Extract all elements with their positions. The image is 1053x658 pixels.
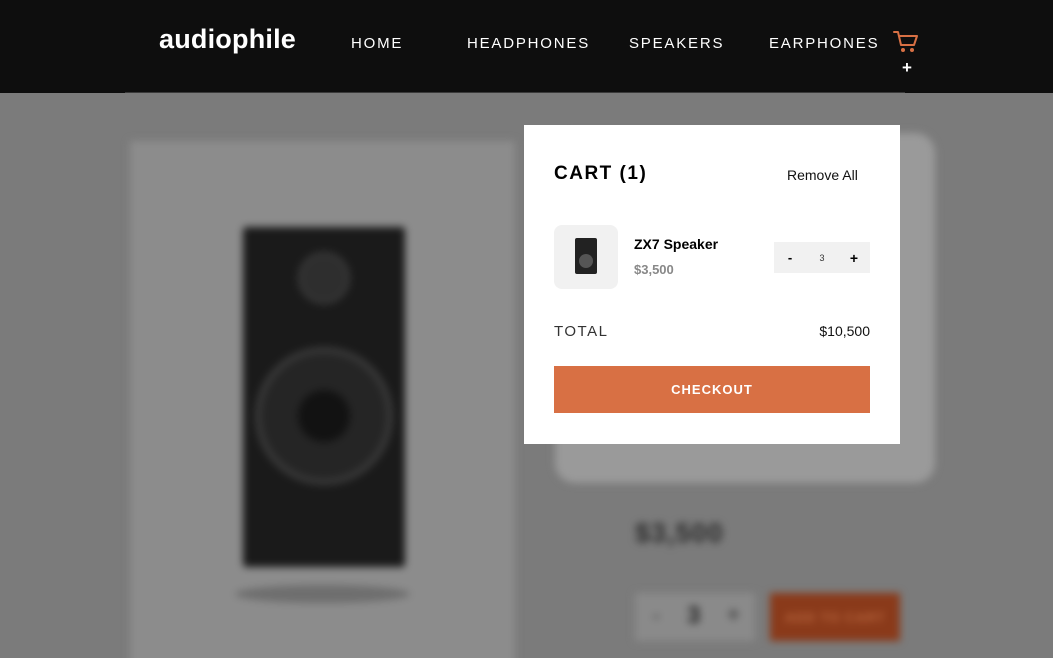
site-header: audiophile HOME HEADPHONES SPEAKERS EARP… (0, 0, 1053, 93)
nav-home[interactable]: HOME (351, 35, 403, 52)
quantity-minus-button[interactable]: - (653, 605, 660, 628)
cart-quantity-value: 3 (819, 252, 825, 263)
checkout-button[interactable]: CHECKOUT (554, 366, 870, 413)
nav-earphones[interactable]: EARPHONES (769, 35, 879, 52)
add-to-cart-button[interactable]: ADD TO CART (770, 593, 900, 641)
product-price: $3,500 (635, 518, 724, 548)
thumbnail-woofer (579, 254, 593, 268)
speaker-woofer-center (298, 390, 350, 442)
cart-item-price: $3,500 (634, 262, 674, 277)
cart-item-quantity-stepper[interactable]: - 3 + (774, 242, 870, 273)
total-label: TOTAL (554, 323, 609, 340)
speaker-thumbnail-icon (575, 238, 597, 274)
shopping-cart-icon[interactable] (893, 30, 919, 54)
nav-speakers[interactable]: SPEAKERS (629, 35, 724, 52)
remove-all-button[interactable]: Remove All (787, 167, 858, 183)
cart-item-thumbnail (554, 225, 618, 289)
cart-plus-indicator: + (902, 58, 912, 77)
cart-quantity-minus-button[interactable]: - (774, 242, 806, 273)
quantity-value: 3 (687, 602, 701, 629)
cart-item-name: ZX7 Speaker (634, 236, 719, 252)
speaker-shadow (235, 585, 410, 603)
logo[interactable]: audiophile (159, 24, 296, 55)
product-quantity-stepper[interactable]: - 3 + (635, 593, 755, 641)
nav-headphones[interactable]: HEADPHONES (467, 35, 590, 52)
cart-title: CART (1) (554, 163, 648, 184)
quantity-plus-button[interactable]: + (727, 602, 740, 628)
speaker-woofer (255, 347, 393, 485)
speaker-tweeter (298, 252, 350, 304)
product-image-card (130, 141, 515, 658)
speaker-image (243, 227, 405, 567)
cart-modal: CART (1) Remove All ZX7 Speaker $3,500 -… (524, 125, 900, 444)
total-value: $10,500 (819, 323, 870, 339)
cart-quantity-plus-button[interactable]: + (838, 242, 870, 273)
